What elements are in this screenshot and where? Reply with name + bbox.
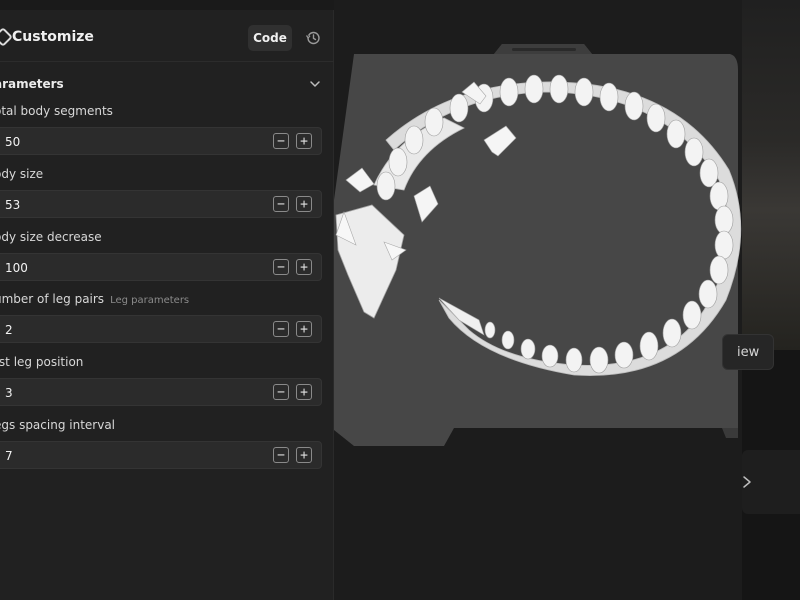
first-leg-position-field[interactable]: 3 − + [0,378,322,406]
param-label-body-size: ody size [0,167,43,181]
param-label-text: umber of leg pairs [0,292,105,306]
param-label-text: ody size [0,167,44,181]
view-button[interactable]: iew [722,334,774,370]
minus-icon: − [277,133,285,149]
plate-corner-tab [722,428,738,438]
section-title: arameters [0,77,64,91]
decrement-button[interactable]: − [273,447,289,463]
plus-icon: + [300,133,308,149]
minus-icon: − [277,321,285,337]
param-label-text: egs spacing interval [0,418,116,432]
customize-icon [0,27,13,47]
increment-button[interactable]: + [296,321,312,337]
field-value[interactable]: 2 [5,323,13,337]
param-label-text: ody size decrease [0,230,102,244]
history-button[interactable] [298,25,328,51]
decrement-button[interactable]: − [273,196,289,212]
increment-button[interactable]: + [296,196,312,212]
model-viewport[interactable] [334,0,742,600]
code-button[interactable]: Code [248,25,292,51]
decrement-button[interactable]: − [273,133,289,149]
chevron-down-icon [310,81,320,87]
body-size-decrease-field[interactable]: 100 − + [0,253,322,281]
plus-icon: + [300,196,308,212]
body-size-field[interactable]: 53 − + [0,190,322,218]
chevron-right-icon [743,476,751,488]
param-label-legs-spacing-interval: egs spacing interval [0,418,115,432]
param-label-number-of-leg-pairs: umber of leg pairs Leg parameters [0,292,189,306]
increment-button[interactable]: + [296,384,312,400]
field-value[interactable]: 53 [5,198,20,212]
decrement-button[interactable]: − [273,384,289,400]
minus-icon: − [277,196,285,212]
field-value[interactable]: 3 [5,386,13,400]
decrement-button[interactable]: − [273,321,289,337]
increment-button[interactable]: + [296,133,312,149]
minus-icon: − [277,384,285,400]
field-value[interactable]: 7 [5,449,13,463]
history-icon [306,31,320,45]
build-plate-slot [512,48,576,51]
panel-top-strip [0,0,334,10]
plus-icon: + [300,447,308,463]
param-label-total-body-segments: otal body segments [0,104,113,118]
param-label-text: rst leg position [0,355,84,369]
preview-image [742,0,800,350]
plus-icon: + [300,321,308,337]
increment-button[interactable]: + [296,259,312,275]
number-of-leg-pairs-field[interactable]: 2 − + [0,315,322,343]
next-button[interactable] [742,450,800,514]
parameters-section-toggle[interactable]: arameters [0,70,334,100]
field-value[interactable]: 50 [5,135,20,149]
total-body-segments-field[interactable]: 50 − + [0,127,322,155]
param-sublabel: Leg parameters [110,295,190,306]
minus-icon: − [277,447,285,463]
param-label-body-size-decrease: ody size decrease [0,230,102,244]
decrement-button[interactable]: − [273,259,289,275]
panel-header: Customize Code [0,14,334,62]
field-value[interactable]: 100 [5,261,28,275]
legs-spacing-interval-field[interactable]: 7 − + [0,441,322,469]
plus-icon: + [300,259,308,275]
minus-icon: − [277,259,285,275]
customize-panel: Customize Code arameters otal body segme… [0,0,334,600]
page-title: Customize [12,29,94,45]
increment-button[interactable]: + [296,447,312,463]
param-label-text: otal body segments [0,104,113,118]
view-button-label: iew [737,345,760,360]
plus-icon: + [300,384,308,400]
3d-viewer[interactable] [334,0,742,600]
param-label-first-leg-position: rst leg position [0,355,83,369]
